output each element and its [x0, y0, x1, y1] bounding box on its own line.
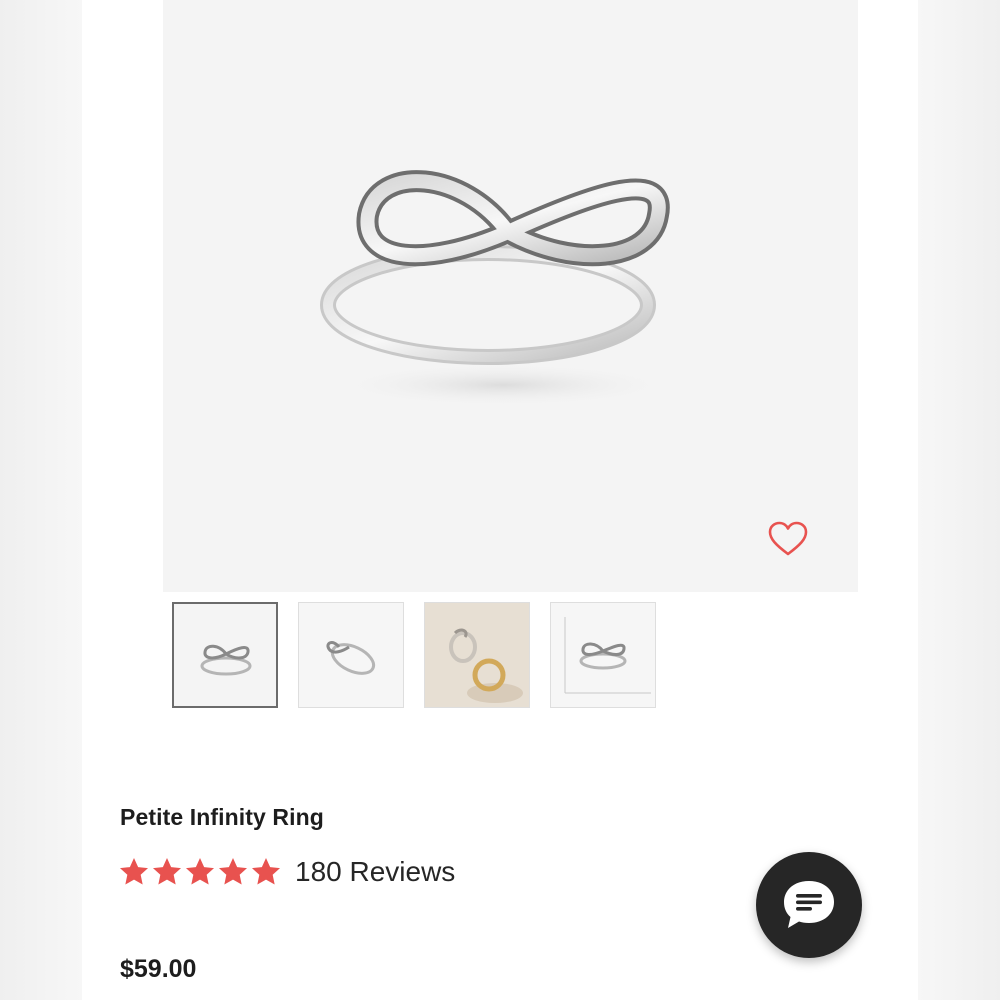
review-count-link[interactable]: 180 Reviews	[295, 856, 455, 888]
thumbnail-strip	[172, 602, 672, 710]
heart-outline-icon	[768, 521, 808, 556]
chat-bubble-icon	[784, 881, 834, 928]
product-title: Petite Infinity Ring	[120, 804, 324, 830]
ring-thumbnail-image	[200, 644, 252, 676]
product-page: Petite Infinity Ring 180 Reviews $59.00	[82, 0, 918, 1000]
ring-lifestyle-thumbnail-image	[425, 603, 529, 707]
product-price: $59.00	[120, 955, 197, 983]
star-icon	[186, 858, 214, 885]
thumbnail-angle[interactable]	[298, 602, 404, 708]
ring-size-chart-thumbnail-image	[564, 617, 651, 694]
wishlist-button[interactable]	[767, 519, 809, 559]
thumbnail-size-chart[interactable]	[550, 602, 656, 708]
chat-button[interactable]	[756, 852, 862, 958]
rating-summary[interactable]: 180 Reviews	[118, 852, 455, 892]
background-left	[0, 0, 82, 1000]
star-icon	[219, 858, 247, 885]
thumbnail-front[interactable]	[172, 602, 278, 708]
rating-stars	[118, 856, 283, 888]
ring-image	[320, 170, 673, 407]
star-icon	[120, 858, 148, 885]
product-hero-image[interactable]	[163, 0, 858, 592]
star-icon	[252, 858, 280, 885]
ring-angle-thumbnail-image	[326, 641, 376, 675]
star-icon	[153, 858, 181, 885]
background-right	[918, 0, 1000, 1000]
thumbnail-lifestyle[interactable]	[424, 602, 530, 708]
